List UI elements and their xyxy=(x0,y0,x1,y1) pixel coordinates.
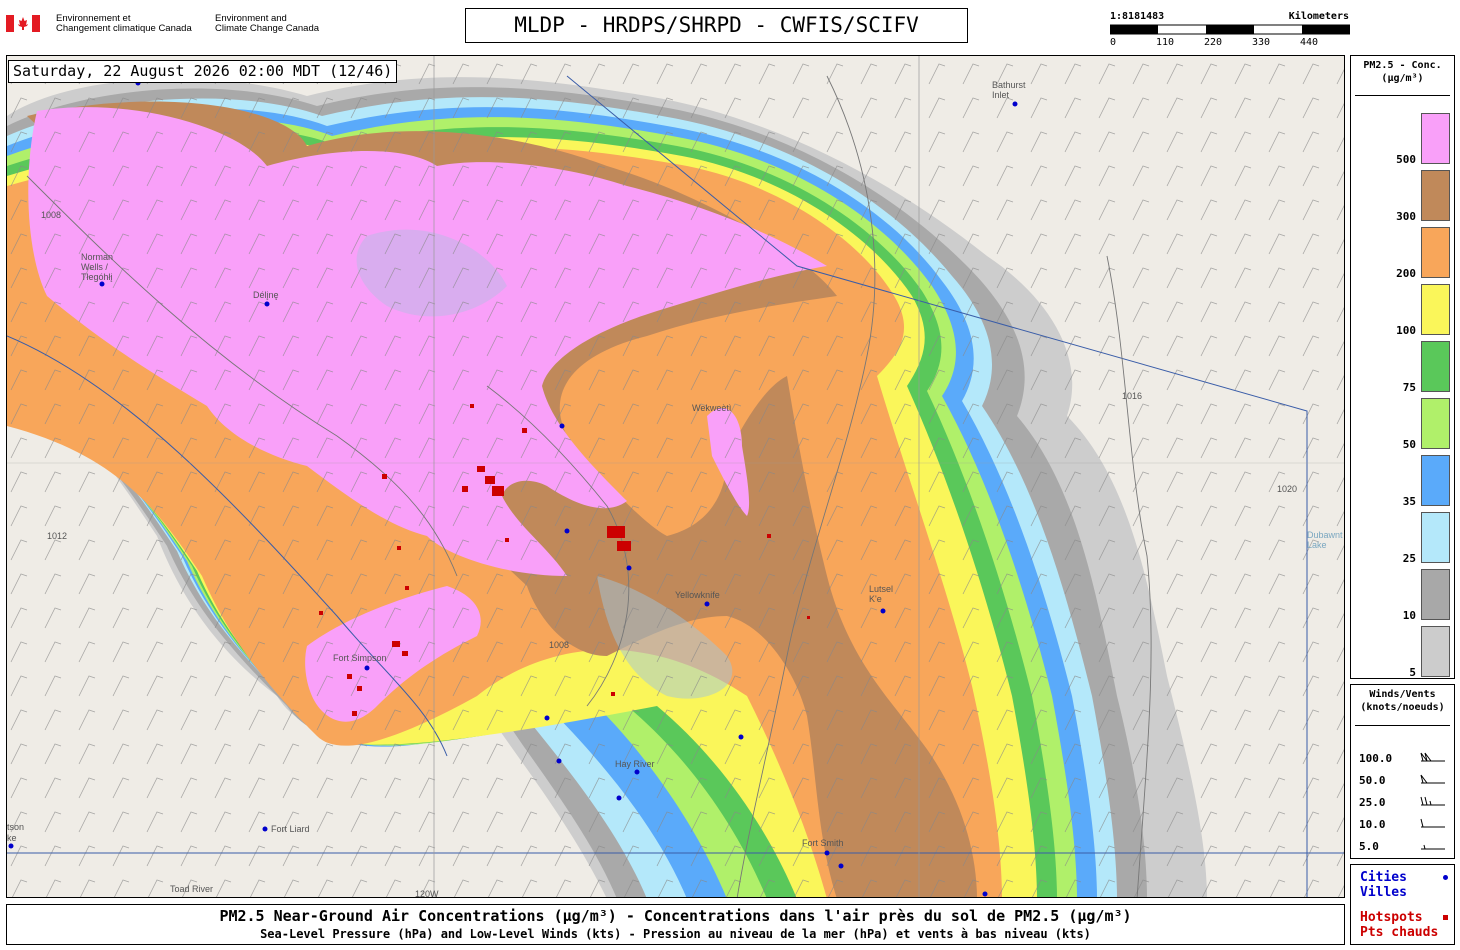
legend-swatch xyxy=(1421,626,1450,677)
legend-swatch xyxy=(1421,455,1450,506)
pm25-map[interactable]: Bathurst Inlet Norman Wells / Tłegóhłį Délį… xyxy=(6,55,1345,898)
cities-legend-label: Cities Villes xyxy=(1360,870,1407,900)
isobar-label: 1016 xyxy=(1122,391,1143,401)
legend-swatch-label: 5 xyxy=(1409,666,1416,679)
city-label-norman-wells: Norman Wells / Tłegóhłį xyxy=(81,252,114,282)
hotspot-square-icon xyxy=(1443,915,1448,920)
wind-speed-label: 100.0 xyxy=(1359,752,1393,765)
wind-speed-label: 10.0 xyxy=(1359,818,1386,831)
wind-legend: Winds/Vents (knots/noeuds) 100.0 50.0 25… xyxy=(1350,684,1455,859)
hotspots-legend-label: Hotspots Pts chauds xyxy=(1360,910,1439,940)
isobar-label: 1020 xyxy=(1277,484,1298,494)
wind-speed-label: 5.0 xyxy=(1359,840,1379,853)
wind-legend-title: Winds/Vents xyxy=(1369,689,1436,700)
department-name-fr: Environnement et Changement climatique Ca… xyxy=(56,13,192,34)
legend-swatch-label: 200 xyxy=(1396,267,1416,280)
wind-speed-label: 50.0 xyxy=(1359,774,1386,787)
map-caption: PM2.5 Near-Ground Air Concentrations (µg… xyxy=(6,904,1345,945)
scale-bar-graphic xyxy=(1110,24,1350,35)
wind-legend-unit: (knots/noeuds) xyxy=(1360,702,1445,713)
city-label-fort-smith: Fort Smith xyxy=(802,838,844,848)
scale-tick: 110 xyxy=(1156,37,1175,48)
city-label-yellowknife: Yellowknife xyxy=(675,590,720,600)
legend-swatch-label: 35 xyxy=(1402,495,1416,508)
scale-unit: Kilometers xyxy=(1288,11,1349,22)
isobar-label: 1008 xyxy=(41,210,62,220)
legend-swatch xyxy=(1421,113,1450,164)
legend-swatch-label: 300 xyxy=(1396,210,1416,223)
city-label-fort-simpson: Fort Simpson xyxy=(333,653,387,663)
legend-swatch-label: 25 xyxy=(1402,552,1416,565)
city-label-deline: Délįnę xyxy=(253,290,279,300)
city-label-wekweeti: Wekweètì xyxy=(692,403,732,413)
legend-swatch-label: 50 xyxy=(1402,438,1416,451)
legend-swatch xyxy=(1421,341,1450,392)
wind-speed-label: 25.0 xyxy=(1359,796,1386,809)
legend-swatch xyxy=(1421,170,1450,221)
map-canvas xyxy=(7,56,1344,897)
city-label-toad-river: Toad River xyxy=(170,884,214,894)
city-label-watson-lake: tson ke xyxy=(7,822,25,843)
caption-line-1: PM2.5 Near-Ground Air Concentrations (µg… xyxy=(219,907,1132,925)
scale-tick: 440 xyxy=(1300,37,1319,48)
legend-swatch xyxy=(1421,569,1450,620)
legend-swatch xyxy=(1421,284,1450,335)
scale-bar: 1:8181483 Kilometers 0 110 220 330 440 xyxy=(1108,10,1353,50)
legend-title: PM2.5 - Conc. xyxy=(1363,60,1442,71)
scale-tick: 330 xyxy=(1252,37,1271,48)
legend-divider xyxy=(1355,95,1450,96)
legend-swatch-label: 500 xyxy=(1396,153,1416,166)
wind-barbs-overlay xyxy=(7,56,1344,897)
scale-tick: 220 xyxy=(1204,37,1223,48)
scale-tick: 0 xyxy=(1110,37,1117,48)
city-label-bathurst-inlet: Bathurst Inlet xyxy=(992,80,1026,100)
city-label-lutsel-ke: Lutsel K'e xyxy=(869,584,894,604)
wind-barb-icons xyxy=(1420,752,1445,850)
lake-label-dubawnt: Dubawnt Lake xyxy=(1307,530,1343,550)
city-label-hay-river: Hay River xyxy=(615,759,655,769)
legend-unit: (µg/m³) xyxy=(1381,73,1424,84)
legend-swatch-label: 100 xyxy=(1396,324,1416,337)
forecast-timestamp: Saturday, 22 August 2026 02:00 MDT (12/4… xyxy=(8,60,398,83)
legend-swatch xyxy=(1421,512,1450,563)
city-dot-icon xyxy=(1443,875,1448,880)
legend-swatch-label: 75 xyxy=(1402,381,1416,394)
legend-swatch xyxy=(1421,398,1450,449)
legend-swatch xyxy=(1421,227,1450,278)
department-name-en: Environment and Climate Change Canada xyxy=(215,13,320,34)
legend-divider xyxy=(1355,725,1450,726)
meridian-label: 120W xyxy=(415,889,439,898)
symbols-legend: Cities Villes Hotspots Pts chauds xyxy=(1350,864,1455,945)
pm25-legend: PM2.5 - Conc. (µg/m³) 500 300 200 100 75 50 35… xyxy=(1350,55,1455,679)
isobar-label: 1008 xyxy=(549,640,570,650)
model-title: MLDP - HRDPS/SHRPD - CWFIS/SCIFV xyxy=(465,8,968,43)
city-label-fort-liard: Fort Liard xyxy=(271,824,310,834)
canada-flag-icon xyxy=(6,15,40,32)
legend-swatch-label: 10 xyxy=(1402,609,1416,622)
scale-ratio: 1:8181483 xyxy=(1110,11,1165,22)
isobar-label: 1012 xyxy=(47,531,68,541)
caption-line-2: Sea-Level Pressure (hPa) and Low-Level W… xyxy=(260,927,1091,941)
